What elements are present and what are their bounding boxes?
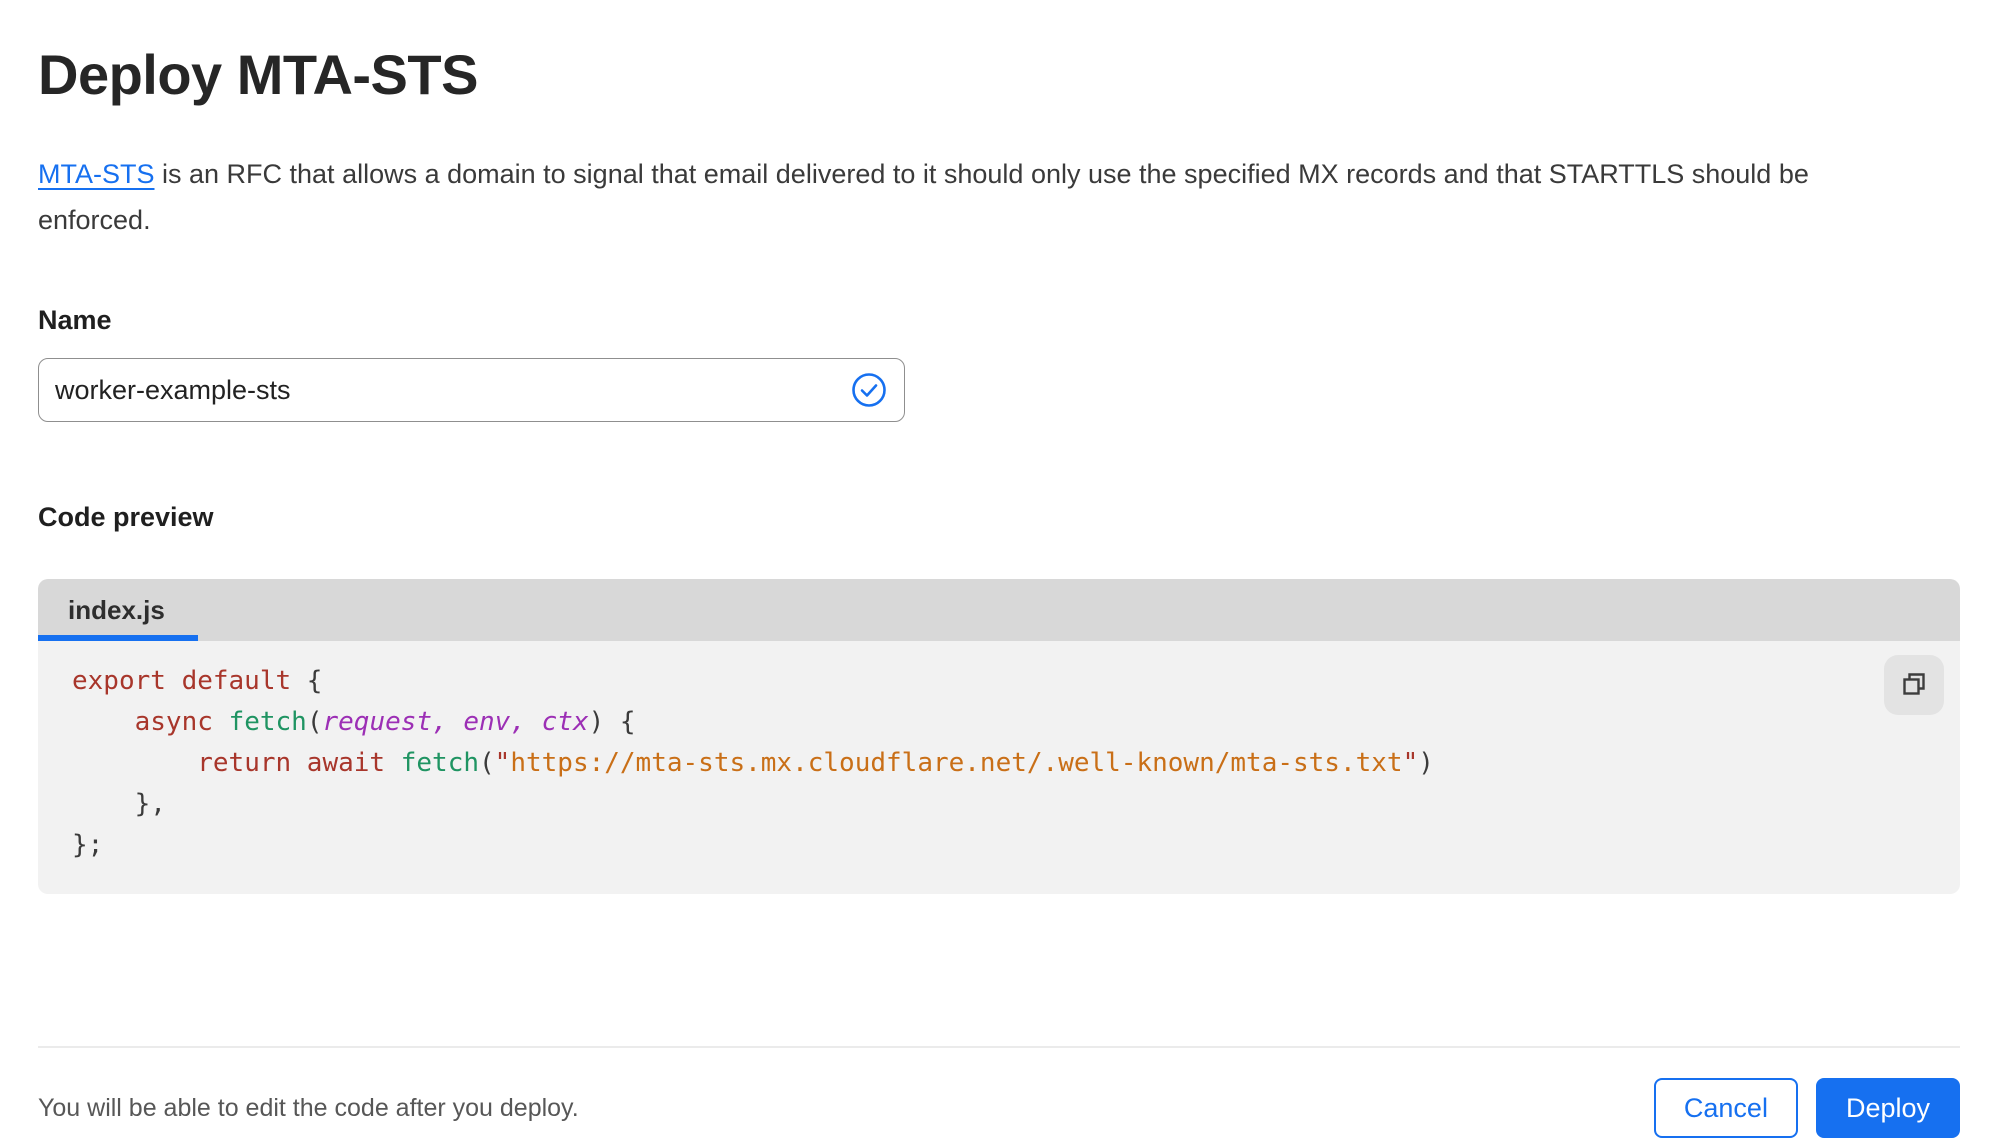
page-title: Deploy MTA-STS (38, 43, 478, 106)
code-token: ( (479, 748, 495, 778)
code-tab-bar: index.js (38, 579, 1960, 641)
code-content: export default { async fetch(request, en… (72, 661, 1960, 866)
footer-actions: Cancel Deploy (1653, 1078, 1960, 1138)
code-line: return await fetch("https://mta-sts.mx.c… (72, 743, 1960, 784)
code-token: request, env, ctx (322, 707, 589, 737)
tab-label: index.js (68, 594, 165, 625)
deploy-mta-sts-page: Deploy MTA-STS MTA-STS is an RFC that al… (0, 0, 1999, 1138)
code-token: { (291, 666, 323, 696)
code-preview-block: index.js export default { async fetch(re… (38, 579, 1960, 894)
check-circle-icon (851, 372, 887, 408)
code-editor-area: export default { async fetch(request, en… (38, 641, 1960, 894)
code-preview-label: Code preview (38, 502, 214, 532)
name-label: Name (38, 305, 112, 335)
code-token: }, (72, 789, 166, 819)
code-token: ) { (588, 707, 636, 737)
code-token: " (494, 748, 511, 778)
code-line: export default { (72, 661, 1960, 702)
code-token: https://mta-sts.mx.cloudflare.net/.well-… (510, 748, 1403, 778)
code-token: return await (197, 748, 386, 778)
description-body: is an RFC that allows a domain to signal… (38, 159, 1809, 235)
code-token: " (1402, 748, 1419, 778)
code-line: }, (72, 784, 1960, 825)
mta-sts-link[interactable]: MTA-STS (38, 159, 155, 189)
footer-bar: You will be able to edit the code after … (38, 1046, 1960, 1138)
code-token: async (134, 707, 213, 737)
footer-note: You will be able to edit the code after … (38, 1093, 579, 1122)
code-token: }; (72, 830, 104, 860)
copy-code-button[interactable] (1884, 655, 1944, 715)
name-input-wrap (38, 358, 905, 422)
description-text: MTA-STS is an RFC that allows a domain t… (38, 151, 1928, 243)
tab-index-js[interactable]: index.js (38, 579, 198, 641)
code-token: fetch (400, 748, 480, 778)
copy-icon (1900, 670, 1928, 701)
code-line: }; (72, 825, 1960, 866)
deploy-button[interactable]: Deploy (1815, 1078, 1960, 1138)
code-line: async fetch(request, env, ctx) { (72, 702, 1960, 743)
code-token: ) (1418, 748, 1434, 778)
cancel-button[interactable]: Cancel (1653, 1078, 1798, 1138)
code-token: export default (72, 666, 292, 696)
code-token: fetch (228, 707, 307, 737)
worker-name-input[interactable] (38, 358, 905, 422)
code-token: ( (306, 707, 323, 737)
